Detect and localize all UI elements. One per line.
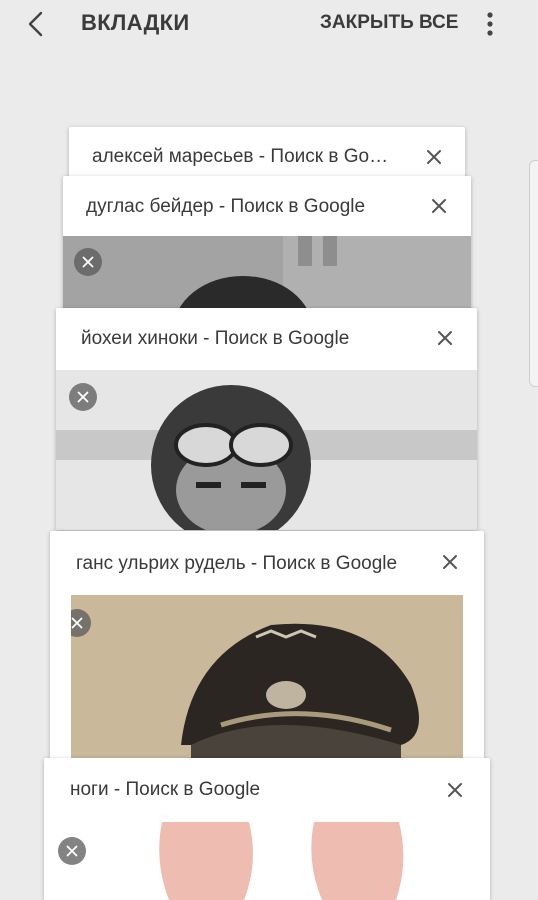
thumbnail-close-button[interactable] — [74, 248, 102, 276]
close-icon — [438, 331, 452, 345]
top-bar: ВКЛАДКИ ЗАКРЫТЬ ВСЕ — [0, 0, 538, 50]
tab-thumbnail — [71, 595, 463, 761]
close-icon — [448, 783, 462, 797]
photo-thumbnail — [71, 595, 463, 761]
close-icon — [77, 391, 89, 403]
photo-thumbnail — [44, 822, 490, 900]
close-icon — [71, 617, 83, 629]
close-all-button[interactable]: ЗАКРЫТЬ ВСЕ — [320, 12, 458, 34]
tab-title: йохеи хиноки - Поиск в Google — [81, 328, 350, 349]
next-card-edge — [529, 160, 538, 387]
thumbnail-close-button[interactable] — [69, 383, 97, 411]
tab-title: алексей маресьев - Поиск в Google — [92, 146, 397, 167]
thumbnail-close-button[interactable] — [58, 837, 86, 865]
close-icon — [427, 150, 441, 164]
tab-title: дуглас бейдер - Поиск в Google — [86, 196, 366, 217]
tab-title: ноги - Поиск в Google — [70, 779, 261, 800]
close-icon — [82, 256, 94, 268]
tab-title: ганс ульрих рудель - Поиск в Google — [76, 553, 398, 574]
tab-card[interactable]: ганс ульрих рудель - Поиск в Google — [50, 531, 484, 761]
tab-close-button[interactable] — [426, 193, 452, 219]
tab-thumbnail — [44, 822, 490, 900]
close-icon — [66, 845, 78, 857]
more-vertical-icon — [487, 12, 493, 36]
tab-close-button[interactable] — [442, 777, 468, 803]
page-title: ВКЛАДКИ — [81, 10, 190, 35]
close-icon — [443, 555, 457, 569]
tab-thumbnail — [56, 370, 477, 530]
tab-card[interactable]: йохеи хиноки - Поиск в Google — [56, 308, 477, 530]
tab-close-button[interactable] — [421, 144, 447, 170]
close-icon — [432, 199, 446, 213]
tab-close-button[interactable] — [432, 325, 458, 351]
more-options-button[interactable] — [476, 6, 504, 42]
tab-close-button[interactable] — [437, 549, 463, 575]
tab-card[interactable]: ноги - Поиск в Google — [44, 758, 490, 900]
chevron-left-icon — [28, 11, 43, 37]
back-button[interactable] — [18, 6, 54, 42]
photo-thumbnail — [56, 370, 477, 530]
